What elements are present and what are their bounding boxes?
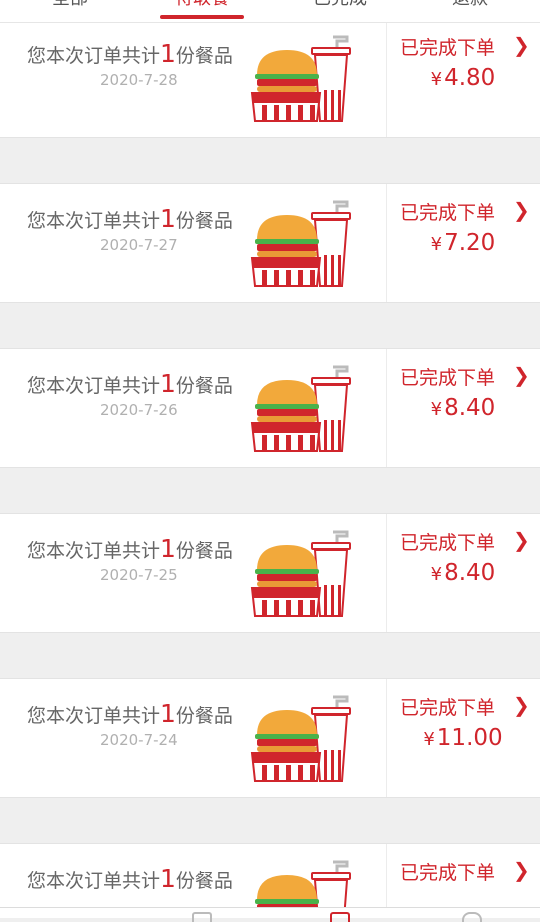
price-value: 8.40 <box>444 395 496 421</box>
summary-prefix: 您本次订单共计 <box>27 870 161 892</box>
item-count: 1 <box>160 534 176 563</box>
summary-suffix: 份餐品 <box>175 540 233 562</box>
order-summary: 您本次订单共计1份餐品 <box>27 204 233 233</box>
summary-suffix: 份餐品 <box>175 210 233 232</box>
order-summary: 您本次订单共计1份餐品 <box>27 864 233 893</box>
order-card[interactable]: 您本次订单共计1份餐品 2020-7-27 已完成下单 ❯ ¥7.20 <box>0 183 540 303</box>
order-status[interactable]: 已完成下单 <box>400 528 495 555</box>
chevron-right-icon[interactable]: ❯ <box>513 693 530 717</box>
order-status[interactable]: 已完成下单 <box>400 858 495 885</box>
burger-drink-icon <box>250 695 352 783</box>
chevron-right-icon[interactable]: ❯ <box>513 363 530 387</box>
tab-refund[interactable]: 退款 <box>420 0 520 10</box>
chevron-right-icon[interactable]: ❯ <box>513 33 530 57</box>
summary-prefix: 您本次订单共计 <box>27 375 161 397</box>
order-info: 您本次订单共计1份餐品 2020-7-24 <box>0 679 387 797</box>
chevron-right-icon[interactable]: ❯ <box>513 528 530 552</box>
order-date: 2020-7-24 <box>100 731 178 749</box>
order-list: 您本次订单共计1份餐品 2020-7-28 已完成下单 ❯ ¥4.80 您本次订… <box>0 0 540 917</box>
order-date: 2020-7-25 <box>100 566 178 584</box>
order-status[interactable]: 已完成下单 <box>400 363 495 390</box>
nav-home-icon[interactable] <box>192 912 212 922</box>
order-price: ¥4.80 <box>386 65 540 91</box>
order-price: ¥7.20 <box>386 230 540 256</box>
order-price: ¥8.40 <box>386 560 540 586</box>
order-date: 2020-7-27 <box>100 236 178 254</box>
chevron-right-icon[interactable]: ❯ <box>513 858 530 882</box>
currency-symbol: ¥ <box>430 234 443 255</box>
order-card[interactable]: 您本次订单共计1份餐品 已完成下单 ❯ <box>0 843 540 917</box>
summary-suffix: 份餐品 <box>175 375 233 397</box>
order-status[interactable]: 已完成下单 <box>400 33 495 60</box>
item-count: 1 <box>160 39 176 68</box>
price-value: 11.00 <box>436 725 503 751</box>
order-info: 您本次订单共计1份餐品 2020-7-27 <box>0 184 387 302</box>
summary-prefix: 您本次订单共计 <box>27 705 161 727</box>
tab-all[interactable]: 全部 <box>20 0 120 10</box>
currency-symbol: ¥ <box>430 399 443 420</box>
summary-prefix: 您本次订单共计 <box>27 45 161 67</box>
order-info: 您本次订单共计1份餐品 2020-7-25 <box>0 514 387 632</box>
order-status[interactable]: 已完成下单 <box>400 198 495 225</box>
order-tabs: 全部 待取餐 已完成 退款 <box>0 0 540 23</box>
bottom-nav <box>0 907 540 922</box>
price-value: 4.80 <box>444 65 496 91</box>
item-count: 1 <box>160 204 176 233</box>
order-date: 2020-7-26 <box>100 401 178 419</box>
burger-drink-icon <box>250 365 352 453</box>
order-summary: 您本次订单共计1份餐品 <box>27 534 233 563</box>
price-value: 8.40 <box>444 560 496 586</box>
currency-symbol: ¥ <box>430 69 443 90</box>
order-summary: 您本次订单共计1份餐品 <box>27 369 233 398</box>
burger-drink-icon <box>250 530 352 618</box>
nav-profile-icon[interactable] <box>462 912 482 922</box>
summary-prefix: 您本次订单共计 <box>27 540 161 562</box>
order-date: 2020-7-28 <box>100 71 178 89</box>
order-status[interactable]: 已完成下单 <box>400 693 495 720</box>
item-count: 1 <box>160 369 176 398</box>
currency-symbol: ¥ <box>423 729 435 750</box>
chevron-right-icon[interactable]: ❯ <box>513 198 530 222</box>
order-card[interactable]: 您本次订单共计1份餐品 2020-7-28 已完成下单 ❯ ¥4.80 <box>0 18 540 138</box>
nav-orders-icon[interactable] <box>330 912 350 922</box>
item-count: 1 <box>160 864 176 893</box>
tab-pending[interactable]: 待取餐 <box>152 0 252 10</box>
item-count: 1 <box>160 699 176 728</box>
order-price: ¥11.00 <box>386 725 540 751</box>
summary-suffix: 份餐品 <box>175 45 233 67</box>
order-info: 您本次订单共计1份餐品 2020-7-26 <box>0 349 387 467</box>
tab-completed[interactable]: 已完成 <box>290 0 390 10</box>
order-card[interactable]: 您本次订单共计1份餐品 2020-7-25 已完成下单 ❯ ¥8.40 <box>0 513 540 633</box>
price-value: 7.20 <box>444 230 496 256</box>
order-summary: 您本次订单共计1份餐品 <box>27 39 233 68</box>
summary-suffix: 份餐品 <box>175 870 233 892</box>
burger-drink-icon <box>250 35 352 123</box>
order-price: ¥8.40 <box>386 395 540 421</box>
summary-suffix: 份餐品 <box>175 705 233 727</box>
summary-prefix: 您本次订单共计 <box>27 210 161 232</box>
burger-drink-icon <box>250 200 352 288</box>
active-tab-indicator <box>160 15 244 19</box>
currency-symbol: ¥ <box>430 564 443 585</box>
order-summary: 您本次订单共计1份餐品 <box>27 699 233 728</box>
order-card[interactable]: 您本次订单共计1份餐品 2020-7-24 已完成下单 ❯ ¥11.00 <box>0 678 540 798</box>
order-card[interactable]: 您本次订单共计1份餐品 2020-7-26 已完成下单 ❯ ¥8.40 <box>0 348 540 468</box>
order-info: 您本次订单共计1份餐品 2020-7-28 <box>0 19 387 137</box>
